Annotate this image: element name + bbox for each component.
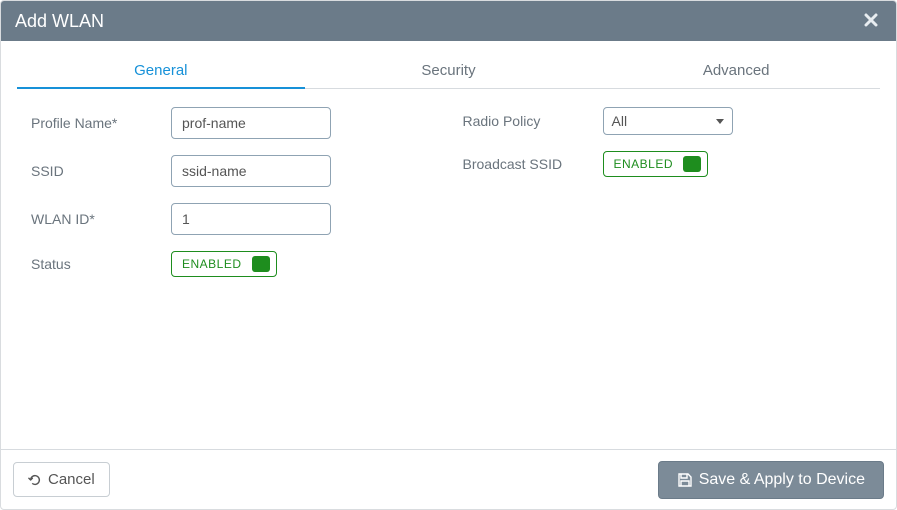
radio-policy-selected: All bbox=[612, 113, 628, 129]
field-broadcast-ssid: Broadcast SSID ENABLED bbox=[449, 151, 881, 177]
tab-label: Advanced bbox=[703, 62, 770, 79]
save-apply-button[interactable]: Save & Apply to Device bbox=[658, 461, 884, 499]
toggle-indicator-icon bbox=[683, 156, 701, 172]
tab-label: General bbox=[134, 62, 187, 79]
broadcast-ssid-label: Broadcast SSID bbox=[463, 156, 603, 172]
tab-security[interactable]: Security bbox=[305, 56, 593, 89]
dialog-title: Add WLAN bbox=[15, 11, 104, 32]
ssid-label: SSID bbox=[31, 163, 171, 179]
broadcast-ssid-toggle-text: ENABLED bbox=[614, 157, 674, 171]
dialog-titlebar: Add WLAN bbox=[1, 1, 896, 41]
close-icon[interactable] bbox=[860, 11, 882, 32]
dialog-body: General Security Advanced Profile Name* … bbox=[1, 41, 896, 449]
cancel-button-label: Cancel bbox=[48, 471, 95, 488]
form-grid: Profile Name* SSID WLAN ID* Status ENABL… bbox=[17, 107, 880, 293]
toggle-indicator-icon bbox=[252, 256, 270, 272]
undo-icon bbox=[28, 473, 42, 487]
tab-label: Security bbox=[421, 62, 475, 79]
field-ssid: SSID bbox=[17, 155, 449, 187]
radio-policy-select[interactable]: All bbox=[603, 107, 733, 135]
tab-general[interactable]: General bbox=[17, 56, 305, 89]
cancel-button[interactable]: Cancel bbox=[13, 462, 110, 497]
profile-name-label: Profile Name* bbox=[31, 115, 171, 131]
wlan-id-label: WLAN ID* bbox=[31, 211, 171, 227]
add-wlan-dialog: Add WLAN General Security Advanced Profi… bbox=[0, 0, 897, 510]
tab-advanced[interactable]: Advanced bbox=[592, 56, 880, 89]
ssid-input[interactable] bbox=[171, 155, 331, 187]
broadcast-ssid-toggle[interactable]: ENABLED bbox=[603, 151, 709, 177]
field-radio-policy: Radio Policy All bbox=[449, 107, 881, 135]
right-column: Radio Policy All Broadcast SSID ENABLED bbox=[449, 107, 881, 293]
field-profile-name: Profile Name* bbox=[17, 107, 449, 139]
save-icon bbox=[677, 472, 693, 488]
left-column: Profile Name* SSID WLAN ID* Status ENABL… bbox=[17, 107, 449, 293]
tabs: General Security Advanced bbox=[17, 55, 880, 89]
status-toggle-text: ENABLED bbox=[182, 257, 242, 271]
status-toggle[interactable]: ENABLED bbox=[171, 251, 277, 277]
status-label: Status bbox=[31, 256, 171, 272]
save-apply-button-label: Save & Apply to Device bbox=[699, 471, 865, 489]
profile-name-input[interactable] bbox=[171, 107, 331, 139]
radio-policy-label: Radio Policy bbox=[463, 113, 603, 129]
dialog-footer: Cancel Save & Apply to Device bbox=[1, 449, 896, 509]
wlan-id-input[interactable] bbox=[171, 203, 331, 235]
chevron-down-icon bbox=[716, 119, 724, 124]
field-wlan-id: WLAN ID* bbox=[17, 203, 449, 235]
field-status: Status ENABLED bbox=[17, 251, 449, 277]
